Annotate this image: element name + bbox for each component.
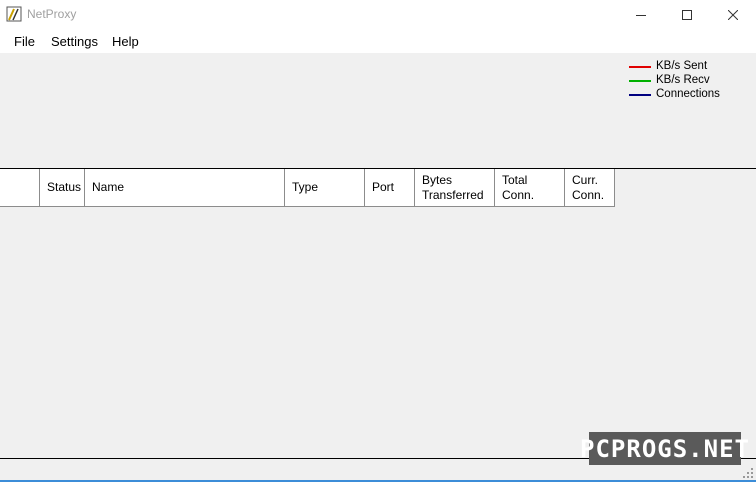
close-button[interactable]	[710, 0, 756, 29]
legend-swatch-sent	[629, 66, 651, 68]
column-header-blank[interactable]	[0, 169, 40, 206]
menu-file[interactable]: File	[14, 33, 35, 50]
list-header: Status Name Type Port Bytes Transferred …	[0, 169, 615, 207]
close-icon	[728, 9, 738, 20]
proxy-list[interactable]: Status Name Type Port Bytes Transferred …	[0, 168, 756, 459]
title-bar: NetProxy	[0, 0, 756, 29]
menu-help[interactable]: Help	[112, 33, 139, 50]
minimize-button[interactable]	[618, 0, 664, 29]
app-logo-icon	[6, 6, 22, 22]
legend-item-connections: Connections	[629, 88, 749, 102]
watermark: PCPROGS.NET	[580, 432, 749, 465]
column-header-name[interactable]: Name	[85, 169, 285, 206]
legend-label: Connections	[656, 88, 720, 100]
column-header-total-conn[interactable]: Total Conn.	[495, 169, 565, 206]
window-title: NetProxy	[27, 7, 77, 21]
legend-swatch-connections	[629, 94, 651, 96]
maximize-button[interactable]	[664, 0, 710, 29]
legend-item-kbs-recv: KB/s Recv	[629, 74, 749, 88]
column-header-type[interactable]: Type	[285, 169, 365, 206]
column-header-port[interactable]: Port	[365, 169, 415, 206]
legend-item-kbs-sent: KB/s Sent	[629, 60, 749, 74]
legend-label: KB/s Sent	[656, 60, 708, 72]
column-header-status[interactable]: Status	[40, 169, 85, 206]
menu-bar: File Settings Help	[0, 29, 756, 53]
resize-grip-icon[interactable]	[742, 467, 754, 479]
legend-swatch-recv	[629, 80, 651, 82]
menu-settings[interactable]: Settings	[51, 33, 98, 50]
column-header-bytes-transferred[interactable]: Bytes Transferred	[415, 169, 495, 206]
minimize-icon	[636, 10, 646, 20]
legend-label: KB/s Recv	[656, 74, 710, 86]
maximize-icon	[682, 9, 692, 20]
column-header-curr-conn[interactable]: Curr. Conn.	[565, 169, 614, 206]
